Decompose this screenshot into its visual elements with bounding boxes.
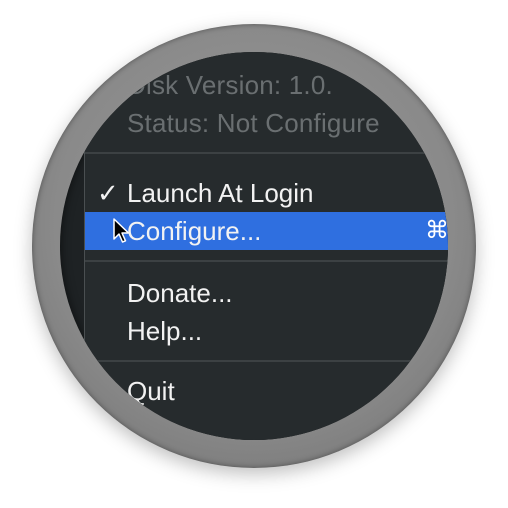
menu-item-configure[interactable]: Configure... ⌘ [85,212,448,250]
menu-item-donate[interactable]: Donate... [85,274,448,312]
menu-item-label: Donate... [127,278,233,308]
menu-item-label: Configure... [127,216,262,246]
menu-item-launch-at-login[interactable]: ✓ Launch At Login [85,174,448,212]
menu-separator [85,152,448,154]
menu-item-label: Quit [127,376,175,406]
magnifier-lens: Disk Version: 1.0. Status: Not Configure… [60,52,448,440]
menu-separator [85,260,448,262]
checkmark-icon: ✓ [97,178,119,208]
command-key-icon: ⌘ [425,217,448,244]
menu-item-label: Launch At Login [127,178,314,208]
status-bar-menu: Disk Version: 1.0. Status: Not Configure… [84,52,448,440]
menu-item-quit[interactable]: Quit [85,372,448,410]
menu-item-label: Help... [127,316,203,346]
status-text: Status: Not Configure [127,108,380,138]
disk-version-text: Disk Version: 1.0. [127,70,333,100]
menu-item-help[interactable]: Help... [85,312,448,350]
menu-separator [85,360,448,362]
magnifier-stage: Disk Version: 1.0. Status: Not Configure… [0,0,508,508]
